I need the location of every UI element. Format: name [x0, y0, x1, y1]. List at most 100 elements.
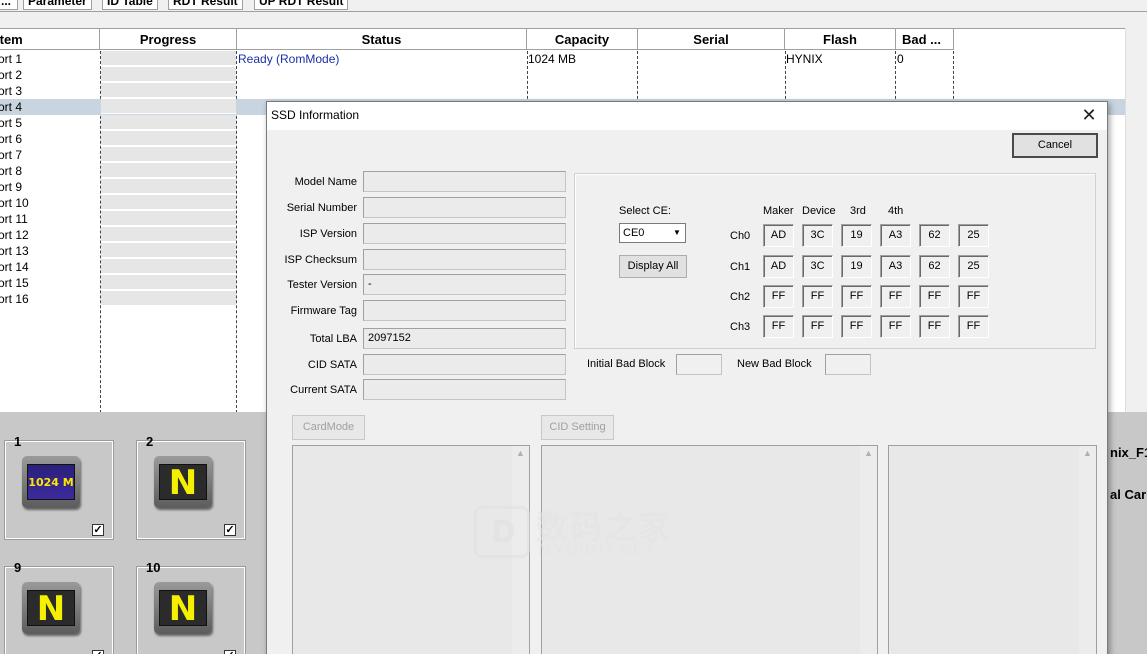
- field-value: [363, 197, 566, 218]
- id-byte-cell: AD: [763, 255, 794, 278]
- cancel-button[interactable]: Cancel: [1012, 133, 1098, 158]
- textarea-scrollbar[interactable]: ▲: [1079, 446, 1096, 654]
- dialog-title: SSD Information: [271, 108, 360, 122]
- cell-item: Port 6: [0, 132, 23, 146]
- cell-bad: 0: [897, 52, 904, 66]
- id-byte-cell: A3: [880, 224, 911, 247]
- cid-setting-button[interactable]: CID Setting: [541, 415, 614, 440]
- field-value: 2097152: [363, 328, 566, 349]
- id-byte-cell: FF: [763, 285, 794, 308]
- column-header-bad[interactable]: Bad ...: [896, 29, 954, 50]
- site-watermark: D 数码之家 MYDIGIT.NET: [474, 502, 674, 562]
- log-textarea-right[interactable]: ▲: [888, 445, 1097, 654]
- new-bad-block-field: [825, 354, 871, 375]
- tab-main[interactable]: ...: [0, 0, 18, 10]
- id-byte-cell: 62: [919, 255, 950, 278]
- card-type-text: al Car: [1110, 487, 1147, 502]
- card-mode-button[interactable]: CardMode: [292, 415, 365, 440]
- port-checkbox[interactable]: ✓: [224, 650, 236, 654]
- progress-bar: [101, 99, 236, 114]
- field-label: ISP Checksum: [284, 254, 357, 266]
- progress-bar: [101, 211, 236, 226]
- cell-status: [238, 67, 526, 83]
- port-number: 10: [146, 560, 161, 575]
- tab-rdt-result[interactable]: RDT Result: [168, 0, 243, 10]
- id-byte-cell: FF: [841, 315, 872, 338]
- port-tile[interactable]: 9 N ✓: [4, 560, 114, 654]
- field-label: CID SATA: [307, 359, 357, 371]
- cell-item: Port 1: [0, 52, 23, 66]
- cell-flash: [786, 67, 894, 83]
- table-row[interactable]: Port 3: [0, 83, 1125, 99]
- progress-bar: [101, 275, 236, 290]
- id-column-header: 3rd: [850, 205, 866, 217]
- column-header-flash[interactable]: Flash: [785, 29, 896, 50]
- field-value: [363, 379, 566, 400]
- cell-item: Port 4: [0, 100, 23, 114]
- initial-bad-block-field: [676, 354, 722, 375]
- dialog-titlebar[interactable]: SSD Information ✕: [267, 102, 1107, 130]
- textarea-scrollbar[interactable]: ▲: [860, 446, 877, 654]
- id-byte-cell: 19: [841, 255, 872, 278]
- cell-item: Port 9: [0, 180, 23, 194]
- cell-bad: [897, 67, 952, 83]
- id-column-header: 4th: [888, 205, 904, 217]
- scroll-up-icon[interactable]: ▲: [864, 448, 873, 458]
- id-byte-cell: FF: [880, 285, 911, 308]
- channel-label: Ch0: [730, 230, 751, 242]
- column-label: Item: [0, 32, 23, 47]
- tab-parameter[interactable]: Parameter: [23, 0, 92, 10]
- list-scrollbar[interactable]: [1125, 28, 1147, 412]
- port-number: 2: [146, 434, 154, 449]
- scroll-up-icon[interactable]: ▲: [516, 448, 525, 458]
- column-header-progress[interactable]: Progress: [100, 29, 237, 50]
- n-status-icon: N: [154, 456, 212, 508]
- column-header-serial[interactable]: Serial: [638, 29, 785, 50]
- port-checkbox[interactable]: ✓: [92, 650, 104, 654]
- table-row[interactable]: Port 1 Ready (RomMode) 1024 MB HYNIX 0: [0, 51, 1125, 67]
- field-value: [363, 249, 566, 270]
- port-checkbox[interactable]: ✓: [224, 524, 236, 536]
- id-byte-cell: FF: [958, 285, 989, 308]
- column-header-status[interactable]: Status: [237, 29, 527, 50]
- scroll-up-icon[interactable]: ▲: [1083, 448, 1092, 458]
- new-bad-block-label: New Bad Block: [737, 358, 812, 370]
- id-byte-cell: AD: [763, 224, 794, 247]
- cell-serial: [639, 83, 784, 99]
- port-tile[interactable]: 10 N ✓: [136, 560, 246, 654]
- id-column-header: Device: [802, 205, 836, 217]
- chevron-down-icon: ▼: [673, 228, 681, 237]
- progress-bar: [101, 147, 236, 162]
- progress-bar: [101, 195, 236, 210]
- close-icon[interactable]: ✕: [1079, 106, 1099, 126]
- select-ce-label: Select CE:: [619, 205, 671, 217]
- field-value: [363, 354, 566, 375]
- id-byte-cell: FF: [919, 315, 950, 338]
- column-header-capacity[interactable]: Capacity: [527, 29, 638, 50]
- cell-status: Ready (RomMode): [238, 52, 340, 66]
- port-tile[interactable]: 2 N ✓: [136, 434, 246, 540]
- cell-item: Port 11: [0, 212, 28, 226]
- display-all-button[interactable]: Display All: [619, 255, 687, 278]
- column-header-item[interactable]: Item: [0, 29, 100, 50]
- progress-bar: [101, 243, 236, 258]
- channel-label: Ch3: [730, 321, 751, 333]
- field-label: ISP Version: [299, 228, 357, 240]
- field-value: -: [363, 274, 566, 295]
- table-row[interactable]: Port 2: [0, 67, 1125, 83]
- cell-item: Port 13: [0, 244, 29, 258]
- id-byte-cell: 19: [841, 224, 872, 247]
- field-label: Current SATA: [290, 384, 357, 396]
- progress-bar: [101, 51, 236, 66]
- tab-up-rdt-result[interactable]: UP RDT Result: [254, 0, 349, 10]
- port-tile[interactable]: 1 1024 M ✓: [4, 434, 114, 540]
- port-number: 9: [14, 560, 22, 575]
- select-ce-dropdown[interactable]: CE0 ▼: [619, 223, 686, 243]
- select-ce-value: CE0: [623, 227, 645, 239]
- port-checkbox[interactable]: ✓: [92, 524, 104, 536]
- port-icon-label: N: [27, 590, 75, 627]
- tab-id-table[interactable]: ID Table: [102, 0, 158, 10]
- id-byte-cell: 25: [958, 255, 989, 278]
- watermark-en-text: MYDIGIT.NET: [538, 540, 657, 559]
- progress-bar: [101, 131, 236, 146]
